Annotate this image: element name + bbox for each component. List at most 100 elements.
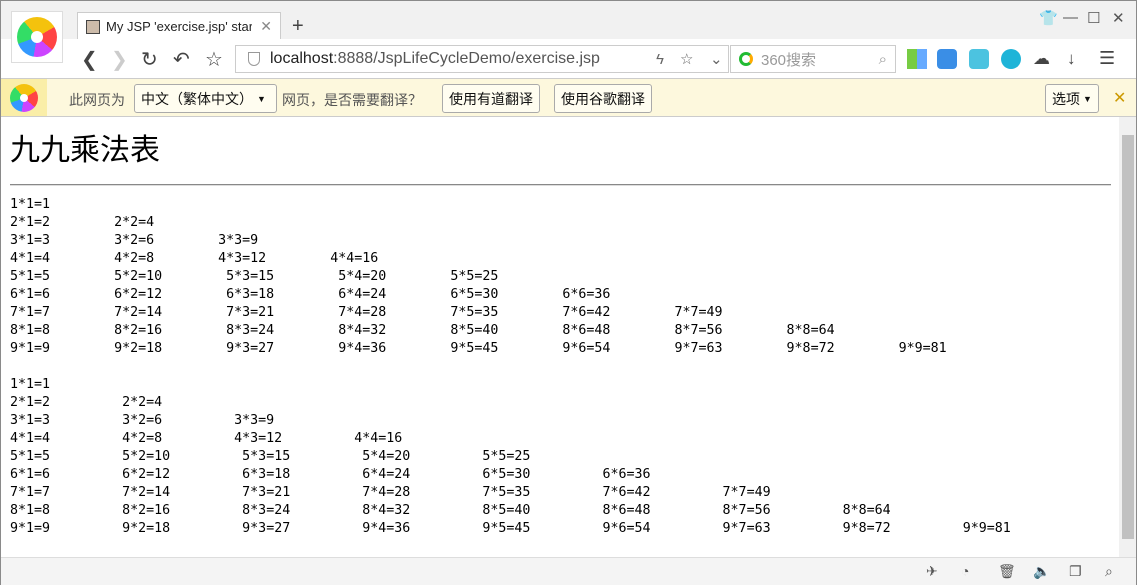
table-cell: 8*4=32 [338,323,451,338]
undo-close-button[interactable]: ↶ [173,47,190,72]
translate-logo-icon [1,79,47,116]
lightning-icon[interactable]: ϟ [656,51,664,68]
shield-icon [248,52,260,66]
table-cell: 5*5=25 [482,449,603,464]
table-cell: 9*5=45 [482,521,603,536]
table-cell: 5*3=15 [242,449,363,464]
table-row: 9*1=9 9*2=18 9*3=27 9*4=36 9*5=45 9*6=54… [10,520,1083,538]
table-row: 8*1=8 8*2=16 8*3=24 8*4=32 8*5=40 8*6=48… [10,502,1083,520]
table-cell: 3*3=9 [218,233,323,248]
table-cell: 9*5=45 [450,341,563,356]
shopping-bag-icon[interactable] [969,49,989,69]
table-row: 9*1=9 9*2=18 9*3=27 9*4=36 9*5=45 9*6=54… [10,340,1011,358]
status-bar: ✈ ◔ 🗑 🔈 ❐ ⌕ [1,557,1136,585]
table-cell: 9*8=72 [786,341,899,356]
apps-icon[interactable] [907,49,927,69]
forward-button[interactable]: ❯ [111,47,128,72]
magnifier-icon[interactable]: ⌕ [879,51,887,68]
table-cell: 9*2=18 [122,521,243,536]
table-cell: 9*1=9 [10,521,123,536]
table-cell: 4*2=8 [114,251,219,266]
zoom-icon[interactable]: ⌕ [1105,563,1113,580]
speed-icon[interactable]: ◔ [961,563,969,579]
table-cell: 3*2=6 [114,233,219,248]
table-cell: 9*4=36 [338,341,451,356]
table-cell: 7*2=14 [122,485,243,500]
bookmark-star-icon[interactable]: ☆ [680,50,693,68]
table-cell: 1*1=1 [10,197,115,212]
reload-button[interactable]: ↻ [141,47,158,72]
table-cell: 8*6=48 [562,323,675,338]
table-cell: 9*9=81 [898,341,1011,356]
table-cell: 7*7=49 [674,305,787,320]
browser-logo[interactable] [11,11,63,63]
multiplication-table-1: 1*1=1 2*1=2 2*2=4 3*1=3 3*2=6 3*3=9 4*1=… [10,196,1011,358]
browser-tab[interactable]: My JSP 'exercise.jsp' starti ✕ [77,12,281,40]
table-row: 3*1=3 3*2=6 3*3=9 [10,232,1011,250]
title-bar: My JSP 'exercise.jsp' starti ✕ + 👕 — ☐ ✕ [1,1,1136,40]
language-select[interactable]: 中文（繁体中文） ▼ [134,84,277,113]
new-tab-button[interactable]: + [292,15,304,38]
note-extension-icon[interactable] [937,49,957,69]
table-cell: 4*4=16 [330,251,443,266]
url-path: :8888/JspLifeCycleDemo/exercise.jsp [333,50,600,67]
table-row: 7*1=7 7*2=14 7*3=21 7*4=28 7*5=35 7*6=42… [10,304,1011,322]
window-icon[interactable]: ❐ [1069,563,1082,580]
table-cell: 3*3=9 [234,413,347,428]
table-cell: 6*3=18 [226,287,339,302]
extension-circle-icon[interactable] [1001,49,1021,69]
favorite-star-icon[interactable]: ☆ [205,47,223,72]
table-row: 2*1=2 2*2=4 [10,214,1011,232]
skin-icon[interactable]: 👕 [1039,9,1058,27]
close-tab-icon[interactable]: ✕ [260,18,272,35]
table-cell: 7*5=35 [482,485,603,500]
table-cell: 9*2=18 [114,341,227,356]
search-input[interactable]: 360搜索 ⌕ [730,45,896,73]
table-cell: 6*5=30 [450,287,563,302]
table-cell: 4*1=4 [10,251,115,266]
table-cell: 9*4=36 [362,521,483,536]
options-button[interactable]: 选项 ▼ [1045,84,1099,113]
table-cell: 8*6=48 [602,503,723,518]
table-cell: 7*3=21 [226,305,339,320]
address-bar[interactable]: localhost:8888/JspLifeCycleDemo/exercise… [235,45,729,73]
translate-question: 网页，是否需要翻译？ [282,92,422,108]
table-cell: 3*1=3 [10,233,115,248]
table-cell: 7*4=28 [362,485,483,500]
close-translate-bar-icon[interactable]: ✕ [1113,88,1126,108]
table-cell: 2*2=4 [122,395,235,410]
table-cell: 6*3=18 [242,467,363,482]
table-cell: 7*6=42 [562,305,675,320]
trash-icon[interactable]: 🗑 [998,563,1016,580]
close-window-button[interactable]: ✕ [1112,9,1125,27]
table-cell: 8*5=40 [450,323,563,338]
table-cell: 9*7=63 [722,521,843,536]
table-cell: 5*2=10 [122,449,243,464]
table-cell: 2*1=2 [10,215,115,230]
youdao-translate-button[interactable]: 使用有道翻译 [442,84,540,113]
caret-down-icon: ▼ [257,93,266,104]
cloud-icon[interactable]: ☁ [1033,49,1050,69]
table-cell: 7*3=21 [242,485,363,500]
chevron-down-icon[interactable]: ⌄ [710,50,723,68]
table-cell: 6*1=6 [10,287,115,302]
maximize-button[interactable]: ☐ [1087,9,1100,27]
table-cell: 4*1=4 [10,431,123,446]
scrollbar-thumb[interactable] [1122,135,1134,539]
table-row: 1*1=1 [10,376,1083,394]
back-button[interactable]: ❮ [81,47,98,72]
table-cell: 7*7=49 [722,485,843,500]
pin-icon[interactable]: ✈ [926,563,938,580]
table-row: 5*1=5 5*2=10 5*3=15 5*4=20 5*5=25 [10,448,1083,466]
table-cell: 6*4=24 [362,467,483,482]
minimize-button[interactable]: — [1063,9,1078,26]
menu-icon[interactable]: ☰ [1099,48,1115,69]
translate-prefix: 此网页为 [69,92,125,108]
table-cell: 9*7=63 [674,341,787,356]
download-icon[interactable]: ↓ [1067,49,1076,69]
google-translate-button[interactable]: 使用谷歌翻译 [554,84,652,113]
table-row: 8*1=8 8*2=16 8*3=24 8*4=32 8*5=40 8*6=48… [10,322,1011,340]
volume-icon[interactable]: 🔈 [1033,563,1050,580]
divider [10,184,1111,186]
vertical-scrollbar[interactable] [1119,117,1136,557]
